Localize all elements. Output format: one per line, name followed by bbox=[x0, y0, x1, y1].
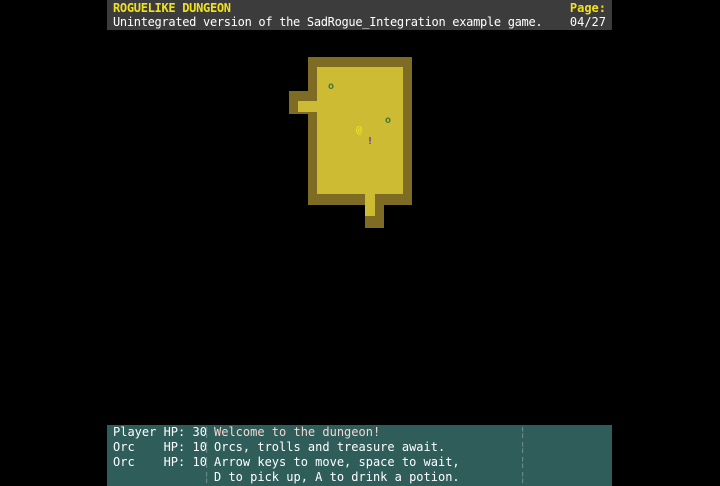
player-character: @ bbox=[356, 125, 363, 136]
message-log: Welcome to the dungeon! Orcs, trolls and… bbox=[214, 425, 460, 485]
corridor-floor-west bbox=[298, 101, 318, 112]
orc-enemy: o bbox=[328, 81, 335, 92]
divider-left: ¦ ¦ ¦ ¦ bbox=[203, 425, 211, 484]
divider-right: ¦ ¦ ¦ ¦ bbox=[519, 425, 527, 484]
stats-list: Player HP: 30 Orc HP: 10 Orc HP: 10 bbox=[113, 425, 207, 470]
message-line: Arrow keys to move, space to wait, bbox=[214, 455, 460, 469]
message-line: Orcs, trolls and treasure await. bbox=[214, 440, 446, 454]
health-potion: ! bbox=[367, 136, 374, 147]
status-panel: Player HP: 30 Orc HP: 10 Orc HP: 10 ¦ ¦ ¦ ¦… bbox=[107, 425, 612, 486]
enemy-hp: Orc HP: 10 bbox=[113, 455, 207, 469]
orc-enemy: o bbox=[385, 115, 392, 126]
dungeon-map: o o @ ! bbox=[0, 0, 720, 420]
corridor-floor-south bbox=[365, 193, 375, 216]
message-line: D to pick up, A to drink a potion. bbox=[214, 470, 460, 484]
player-hp: Player HP: 30 bbox=[113, 425, 207, 439]
message-line: Welcome to the dungeon! bbox=[214, 425, 381, 439]
enemy-hp: Orc HP: 10 bbox=[113, 440, 207, 454]
